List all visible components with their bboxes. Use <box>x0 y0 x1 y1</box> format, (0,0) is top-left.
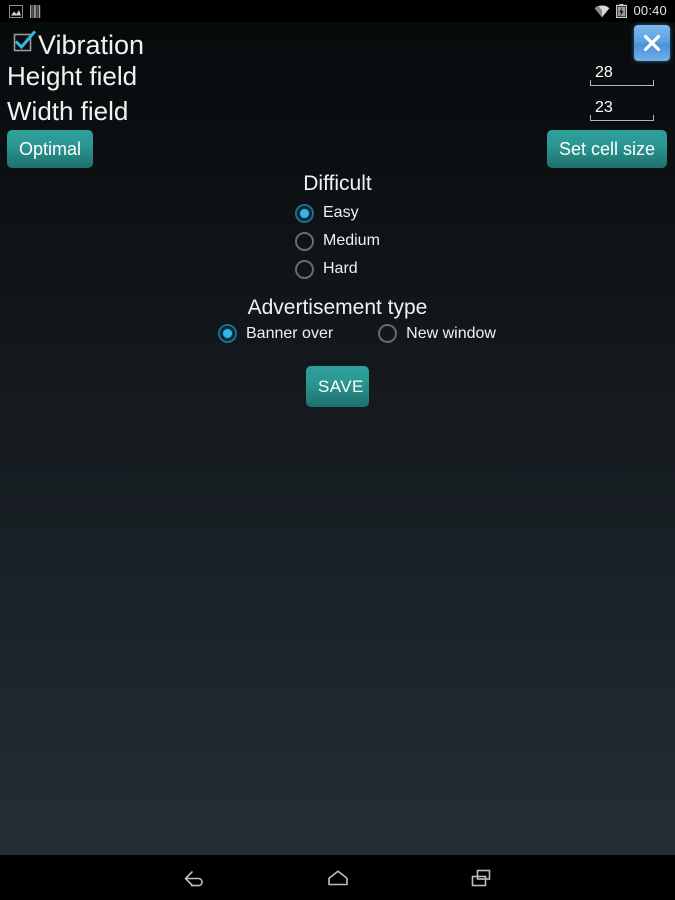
advertisement-radio-group: Banner over New window <box>218 324 496 343</box>
status-bar-left-icons <box>0 4 41 18</box>
wifi-icon <box>595 5 610 17</box>
radio-selected-icon <box>295 203 314 223</box>
difficulty-option-hard-label: Hard <box>323 260 358 277</box>
difficulty-option-hard[interactable]: Hard <box>295 255 380 283</box>
barcode-icon <box>30 4 41 18</box>
radio-unselected-icon <box>295 259 314 279</box>
status-bar: 00:40 <box>0 0 675 22</box>
close-button[interactable] <box>634 25 670 61</box>
radio-unselected-icon <box>295 231 314 251</box>
status-bar-right-icons: 00:40 <box>594 4 675 18</box>
radio-selected-icon <box>218 324 237 343</box>
difficulty-title: Difficult <box>303 172 372 195</box>
difficulty-option-easy[interactable]: Easy <box>295 199 380 227</box>
optimal-button[interactable]: Optimal <box>7 130 94 168</box>
difficulty-option-medium[interactable]: Medium <box>295 227 380 255</box>
close-icon <box>643 34 661 52</box>
android-navigation-bar <box>0 855 675 900</box>
save-button[interactable]: SAVE <box>306 366 369 407</box>
screenshot-icon <box>9 4 23 18</box>
width-input[interactable]: 23 <box>590 97 654 125</box>
status-bar-clock: 00:40 <box>633 3 667 18</box>
difficulty-option-medium-label: Medium <box>323 232 380 249</box>
advertisement-type-title: Advertisement type <box>247 296 428 319</box>
nav-home-button[interactable] <box>295 855 381 900</box>
nav-back-button[interactable] <box>152 855 238 900</box>
difficulty-radio-group: Easy Medium Hard <box>295 199 380 283</box>
width-field-label: Width field <box>7 96 129 126</box>
height-field-label: Height field <box>7 61 138 91</box>
width-field-row: Width field 23 <box>0 94 675 129</box>
checkbox-checked-icon <box>13 30 37 52</box>
home-icon <box>328 869 348 885</box>
battery-charging-icon <box>616 4 628 18</box>
vibration-checkbox[interactable] <box>12 30 37 54</box>
height-input[interactable]: 28 <box>590 62 654 90</box>
difficulty-option-easy-label: Easy <box>323 204 359 221</box>
height-input-underline <box>590 80 654 86</box>
advertisement-option-new-window-label: New window <box>406 324 496 342</box>
width-input-underline <box>590 115 654 121</box>
advertisement-option-banner-over[interactable]: Banner over <box>218 324 333 343</box>
app-screen: 00:40 Vibration Height field 28 Width fi… <box>0 0 675 900</box>
radio-unselected-icon <box>378 324 398 343</box>
nav-recents-button[interactable] <box>438 855 524 900</box>
advertisement-option-banner-over-label: Banner over <box>246 324 334 342</box>
recents-icon <box>471 869 491 886</box>
back-icon <box>184 870 203 886</box>
height-field-row: Height field 28 <box>0 59 675 94</box>
set-cell-size-button[interactable]: Set cell size <box>546 130 667 168</box>
advertisement-option-new-window[interactable]: New window <box>378 324 496 343</box>
